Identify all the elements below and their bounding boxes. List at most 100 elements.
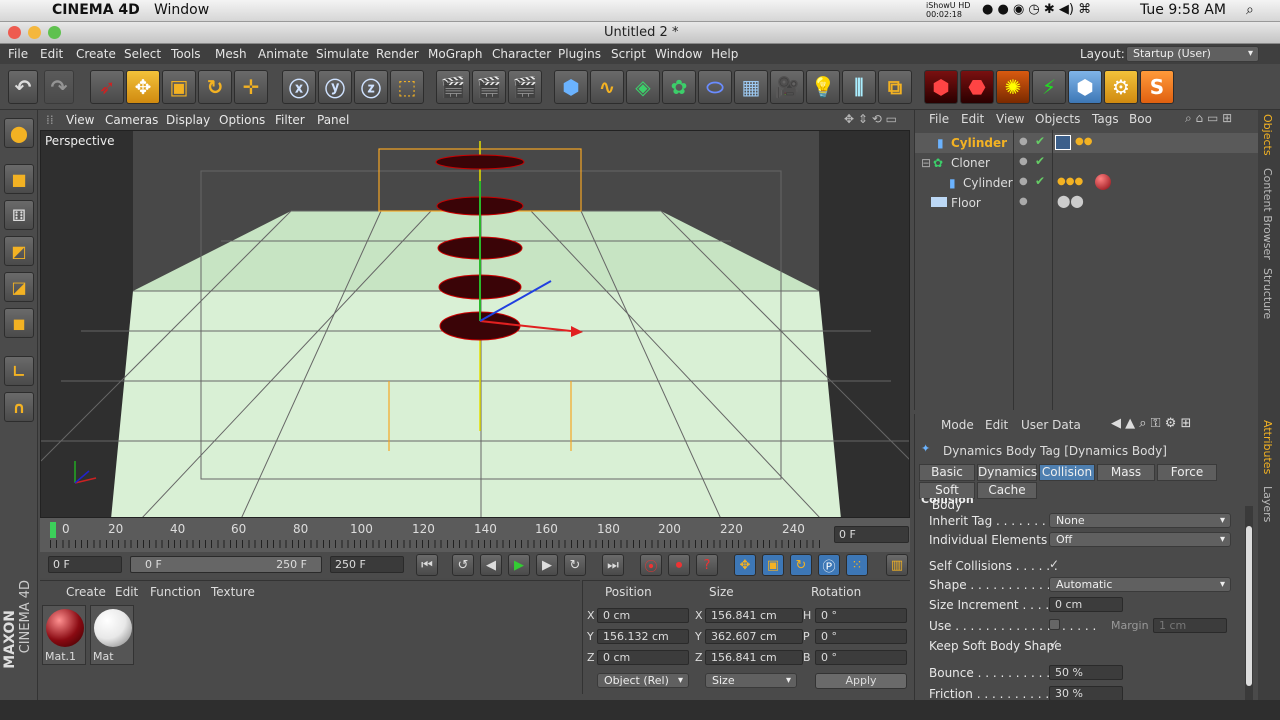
record-button[interactable]: ⦿	[640, 554, 662, 576]
play-button[interactable]: ▶	[508, 554, 530, 576]
render-picture-viewer-button[interactable]: 🎬	[472, 70, 506, 104]
material-swatch-mat[interactable]: Mat	[90, 605, 134, 665]
prev-key-button[interactable]: ↺	[452, 554, 474, 576]
obj-menu-view[interactable]: View	[996, 112, 1024, 126]
plugin-6-button[interactable]: ⚙	[1104, 70, 1138, 104]
tab-collision[interactable]: Collision	[1039, 464, 1095, 481]
mat-menu-texture[interactable]: Texture	[211, 585, 255, 599]
position-z-field[interactable]: 0 cm	[597, 650, 689, 665]
tab-basic[interactable]: Basic	[919, 464, 975, 481]
attr-scroll-thumb[interactable]	[1246, 526, 1252, 686]
position-y-field[interactable]: 156.132 cm	[597, 629, 689, 644]
size-y-field[interactable]: 362.607 cm	[705, 629, 803, 644]
snapping-button[interactable]: ⧉	[878, 70, 912, 104]
nurbs-button[interactable]: ◈	[626, 70, 660, 104]
side-tab-attributes[interactable]: Attributes	[1261, 420, 1274, 474]
vp-menu-display[interactable]: Display	[166, 113, 210, 127]
go-to-start-button[interactable]: ⏮	[416, 554, 438, 576]
key-help-button[interactable]: ?	[696, 554, 718, 576]
camera-button[interactable]: 🎥	[770, 70, 804, 104]
visibility-dots[interactable]: ●	[1019, 196, 1028, 207]
move-tool-button[interactable]: ✥	[126, 70, 160, 104]
tab-cache[interactable]: Cache	[977, 482, 1037, 499]
floor-tag-icons[interactable]: ⬤⬤	[1057, 194, 1084, 208]
z-axis-button[interactable]: ⓩ	[354, 70, 388, 104]
mograph-cloner-button[interactable]: ✿	[662, 70, 696, 104]
vp-menu-panel[interactable]: Panel	[317, 113, 349, 127]
polygons-mode-button[interactable]: ◼	[4, 308, 34, 338]
enabled-check-icon[interactable]: ✔	[1035, 134, 1045, 148]
object-row-floor[interactable]: Floor ● ⬤⬤	[915, 193, 1259, 213]
points-mode-button[interactable]: ◩	[4, 236, 34, 266]
material-swatch-mat1[interactable]: Mat.1	[42, 605, 86, 665]
menu-edit[interactable]: Edit	[40, 47, 63, 61]
key-pla-button[interactable]: ⁙	[846, 554, 868, 576]
mat-menu-create[interactable]: Create	[66, 585, 106, 599]
collapse-icon[interactable]: ⊟	[921, 156, 931, 170]
vp-menu-cameras[interactable]: Cameras	[105, 113, 158, 127]
position-x-field[interactable]: 0 cm	[597, 608, 689, 623]
vp-menu-options[interactable]: Options	[219, 113, 265, 127]
minimize-window-button[interactable]	[28, 26, 41, 39]
tab-mass[interactable]: Mass	[1097, 464, 1155, 481]
dynamics-tag-icon[interactable]	[1055, 135, 1071, 150]
enabled-check-icon[interactable]: ✔	[1035, 174, 1045, 188]
menu-script[interactable]: Script	[611, 47, 646, 61]
x-axis-button[interactable]: ⓧ	[282, 70, 316, 104]
y-axis-button[interactable]: ⓨ	[318, 70, 352, 104]
rotation-p-field[interactable]: 0 °	[815, 629, 907, 644]
undo-button[interactable]: ↶	[8, 70, 38, 104]
inherit-tag-dropdown[interactable]: None	[1049, 513, 1231, 528]
margin-field[interactable]: 1 cm	[1153, 618, 1227, 633]
visibility-dots[interactable]: ●	[1019, 156, 1028, 167]
plugin-5-button[interactable]: ⬢	[1068, 70, 1102, 104]
menu-window[interactable]: Window	[655, 47, 702, 61]
key-position-button[interactable]: ✥	[734, 554, 756, 576]
menu-plugins[interactable]: Plugins	[558, 47, 601, 61]
coordinate-system-button[interactable]: ⬚	[390, 70, 424, 104]
axis-mode-button[interactable]: ∟	[4, 356, 34, 386]
obj-menu-file[interactable]: File	[929, 112, 949, 126]
visibility-dots[interactable]: ●	[1019, 136, 1028, 147]
menu-select[interactable]: Select	[124, 47, 161, 61]
perspective-viewport[interactable]: Perspective	[40, 130, 910, 518]
next-frame-button[interactable]: ▶	[536, 554, 558, 576]
app-menu-name[interactable]: CINEMA 4D	[52, 2, 140, 18]
key-scale-button[interactable]: ▣	[762, 554, 784, 576]
playhead[interactable]	[50, 522, 56, 538]
autokey-button[interactable]: ⏺	[668, 554, 690, 576]
range-slider[interactable]: 0 F 250 F	[130, 556, 322, 573]
attr-scrollbar[interactable]	[1245, 506, 1253, 706]
object-row-cylinder[interactable]: ▮ Cylinder ● ✔ ●●	[915, 133, 1259, 153]
timeline-ruler[interactable]: 0 20 40 60 80 100 120 140 160 180 200 22…	[40, 518, 910, 552]
render-settings-button[interactable]: 🎬	[508, 70, 542, 104]
individual-elements-dropdown[interactable]: Off	[1049, 532, 1231, 547]
side-tab-objects[interactable]: Objects	[1261, 114, 1274, 156]
current-frame-field[interactable]: 0 F	[834, 526, 909, 543]
bounce-field[interactable]: 50 %	[1049, 665, 1123, 680]
menu-mesh[interactable]: Mesh	[215, 47, 247, 61]
coord-mode-dropdown[interactable]: Object (Rel)	[597, 673, 689, 688]
next-key-button[interactable]: ↻	[564, 554, 586, 576]
tab-dynamics[interactable]: Dynamics	[977, 464, 1037, 481]
vp-menu-view[interactable]: View	[66, 113, 94, 127]
object-row-cloner[interactable]: ⊟ ✿ Cloner ● ✔	[915, 153, 1259, 173]
shape-dropdown[interactable]: Automatic	[1049, 577, 1231, 592]
obj-menu-bookmarks[interactable]: Boo	[1129, 112, 1152, 126]
deformer-button[interactable]: ⬭	[698, 70, 732, 104]
obj-menu-objects[interactable]: Objects	[1035, 112, 1080, 126]
size-z-field[interactable]: 156.841 cm	[705, 650, 803, 665]
zoom-window-button[interactable]	[48, 26, 61, 39]
explosion-button[interactable]: ✺	[996, 70, 1030, 104]
model-mode-button[interactable]: ■	[4, 164, 34, 194]
tag-icon[interactable]: ●●	[1075, 136, 1092, 147]
mat-menu-function[interactable]: Function	[150, 585, 201, 599]
menu-file[interactable]: File	[8, 47, 28, 61]
mat-menu-edit[interactable]: Edit	[115, 585, 138, 599]
size-x-field[interactable]: 156.841 cm	[705, 608, 803, 623]
friction-field[interactable]: 30 %	[1049, 686, 1123, 701]
window-menu[interactable]: Window	[154, 2, 209, 18]
layout-dropdown[interactable]: Startup (User)	[1126, 46, 1259, 62]
go-to-end-button[interactable]: ⏭	[602, 554, 624, 576]
side-tab-content-browser[interactable]: Content Browser	[1261, 168, 1274, 260]
